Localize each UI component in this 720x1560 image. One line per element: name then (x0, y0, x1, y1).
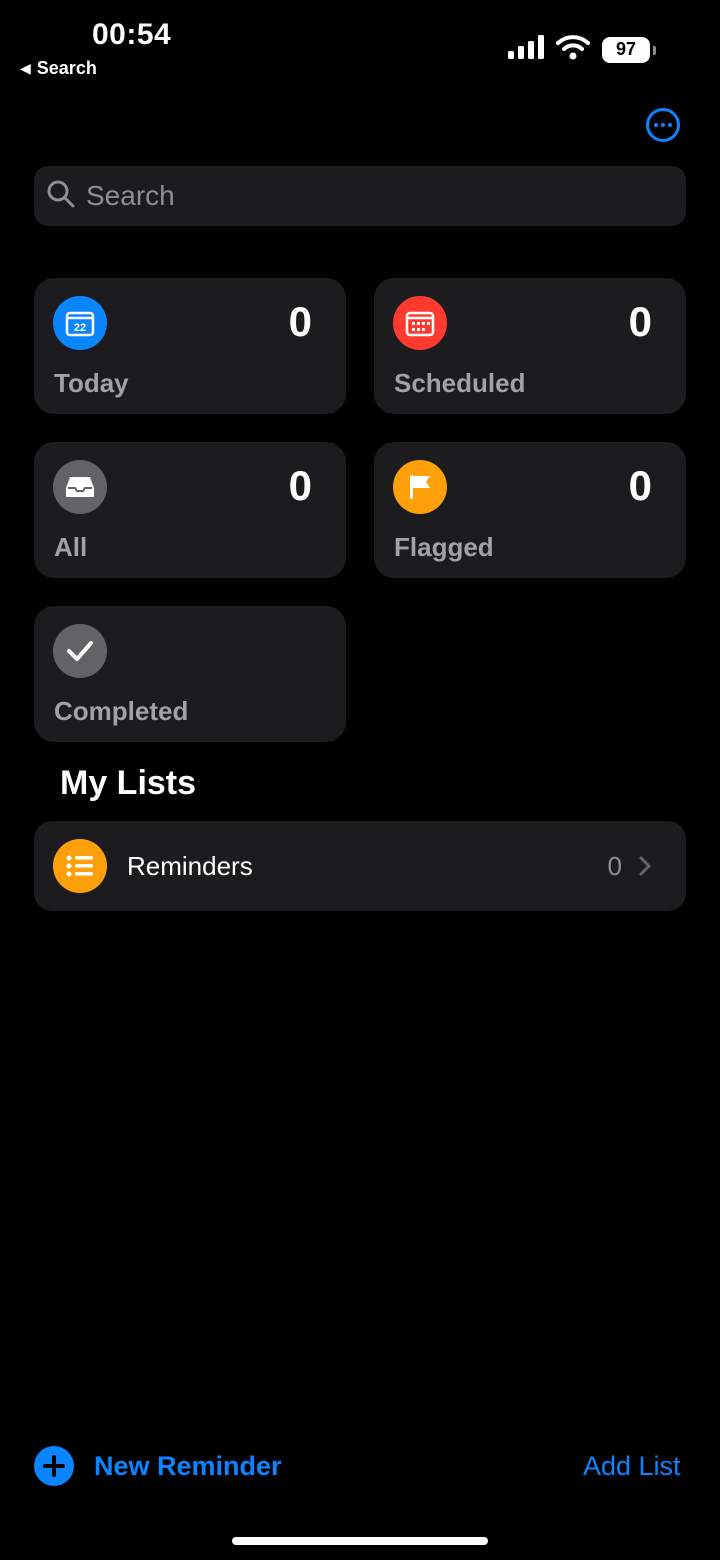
flag-icon (393, 460, 447, 514)
list-name: Reminders (127, 851, 253, 881)
battery-level: 97 (615, 39, 637, 59)
tile-flagged[interactable]: 0 Flagged (374, 442, 686, 578)
wifi-icon (556, 34, 590, 65)
flagged-label: Flagged (394, 532, 494, 562)
chevron-right-icon (638, 855, 652, 882)
today-count: 0 (288, 298, 312, 345)
new-reminder-button[interactable]: New Reminder (34, 1446, 282, 1486)
checkmark-icon (53, 624, 107, 678)
search-input[interactable] (84, 179, 648, 213)
list-count: 0 (607, 851, 622, 881)
more-options-icon[interactable] (646, 108, 680, 142)
scheduled-count: 0 (628, 298, 652, 345)
add-list-button[interactable]: Add List (583, 1451, 681, 1482)
list-bullet-icon (53, 839, 107, 893)
tile-today[interactable]: 22 0 Today (34, 278, 346, 414)
cellular-signal-icon (508, 35, 544, 64)
back-to-search-link[interactable]: ◀ Search (20, 58, 97, 79)
plus-circle-icon (34, 1446, 74, 1486)
battery-icon: 97 (602, 36, 656, 63)
new-reminder-label: New Reminder (94, 1450, 282, 1481)
flagged-count: 0 (628, 462, 652, 509)
status-icons: 97 (508, 34, 656, 65)
back-triangle-icon: ◀ (20, 60, 31, 76)
svg-text:22: 22 (74, 322, 86, 334)
completed-label: Completed (54, 696, 189, 726)
back-app-label: Search (36, 58, 97, 78)
tray-icon (53, 460, 107, 514)
status-time: 00:54 (92, 18, 172, 51)
calendar-grid-icon (393, 296, 447, 350)
search-icon (46, 179, 76, 214)
today-label: Today (54, 368, 129, 398)
all-label: All (54, 532, 88, 562)
tile-all[interactable]: 0 All (34, 442, 346, 578)
all-count: 0 (288, 462, 312, 509)
tile-completed[interactable]: Completed (34, 606, 346, 742)
scheduled-label: Scheduled (394, 368, 526, 398)
calendar-icon: 22 (53, 296, 107, 350)
tile-scheduled[interactable]: 0 Scheduled (374, 278, 686, 414)
home-indicator[interactable] (232, 1537, 488, 1545)
list-item-reminders[interactable]: Reminders 0 (34, 821, 686, 911)
my-lists-heading: My Lists (60, 764, 197, 802)
search-bar[interactable] (34, 166, 686, 226)
